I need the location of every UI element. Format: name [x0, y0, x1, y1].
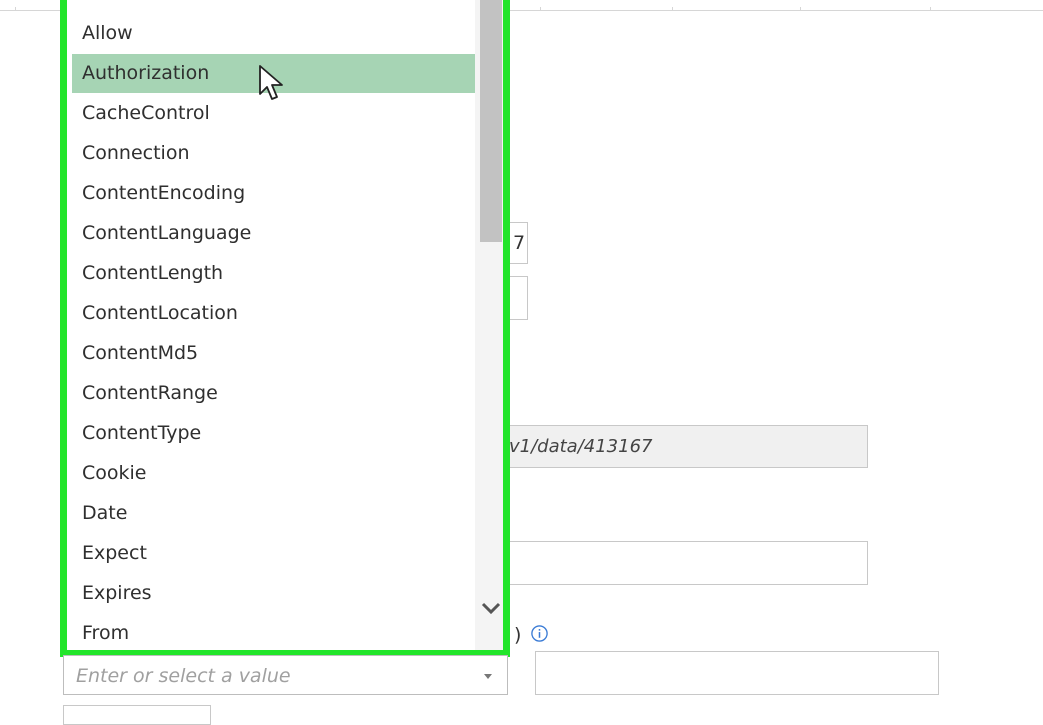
label-fragment: )	[514, 624, 522, 646]
url-readonly-field: v1/data/413167	[470, 425, 868, 468]
option-contentmd5[interactable]: ContentMd5	[72, 334, 482, 373]
scroll-down-chevron-icon[interactable]	[478, 596, 504, 622]
background-field-1-value: 7	[513, 232, 526, 254]
option-contentlength[interactable]: ContentLength	[72, 254, 482, 293]
option-contentlocation[interactable]: ContentLocation	[72, 294, 482, 333]
mouse-cursor-icon	[259, 65, 283, 100]
dropdown-scrollbar-thumb[interactable]	[480, 0, 502, 242]
option-connection[interactable]: Connection	[72, 134, 482, 173]
bottom-button-fragment[interactable]	[63, 705, 211, 725]
info-icon[interactable]	[530, 624, 549, 643]
option-cookie[interactable]: Cookie	[72, 454, 482, 493]
option-contenttype[interactable]: ContentType	[72, 414, 482, 453]
background-field-3[interactable]	[470, 541, 868, 585]
option-expect[interactable]: Expect	[72, 534, 482, 573]
dropdown-arrow-icon[interactable]	[483, 671, 493, 681]
header-value-combobox-input[interactable]	[64, 656, 478, 696]
option-contentlanguage[interactable]: ContentLanguage	[72, 214, 482, 253]
option-allow[interactable]: Allow	[72, 14, 482, 53]
option-contentrange[interactable]: ContentRange	[72, 374, 482, 413]
option-contentencoding[interactable]: ContentEncoding	[72, 174, 482, 213]
header-value-combobox[interactable]	[63, 655, 508, 696]
url-text: v1/data/413167	[509, 436, 653, 457]
header-value-field[interactable]	[535, 651, 939, 695]
option-from[interactable]: From	[72, 614, 482, 650]
option-date[interactable]: Date	[72, 494, 482, 533]
option-expires[interactable]: Expires	[72, 574, 482, 613]
